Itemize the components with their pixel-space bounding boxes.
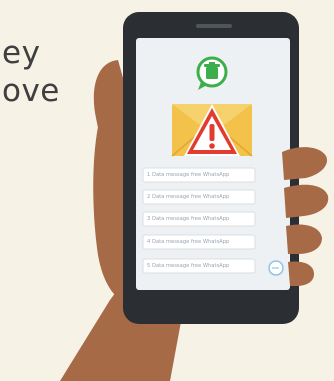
hand-phone-illustration [60, 12, 329, 381]
message-text-2: 2 Data message free WhatsApp [147, 194, 230, 200]
finger-4 [288, 261, 314, 286]
message-text-1: 1 Data message free WhatsApp [147, 172, 230, 178]
finger-2 [284, 184, 329, 218]
reply-bubble-icon [268, 260, 284, 276]
message-text-5: 5 Data message free WhatsApp [147, 263, 230, 269]
message-text-3: 3 Data message free WhatsApp [147, 216, 230, 222]
phone-speaker [196, 24, 232, 28]
finger-1 [282, 147, 328, 180]
envelope-warning-icon [171, 104, 253, 157]
message-text-4: 4 Data message free WhatsApp [147, 239, 230, 245]
finger-3 [286, 224, 322, 254]
